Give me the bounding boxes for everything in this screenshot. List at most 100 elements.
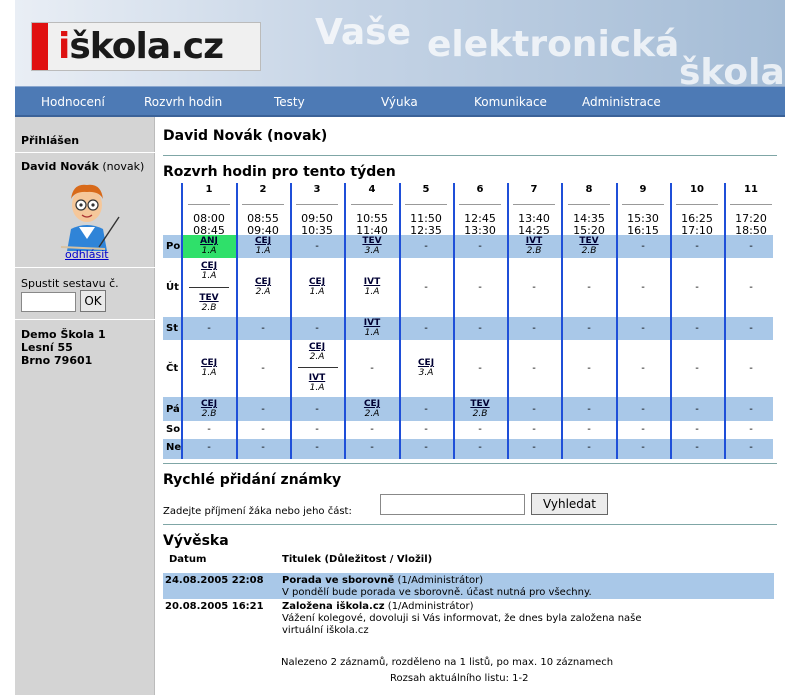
empty-cell: - [424,282,428,293]
lesson-cell[interactable]: ANJ 1.A [182,236,236,256]
board-title-text[interactable]: Porada ve sborovně [282,575,394,586]
empty-cell: - [749,363,753,374]
lesson-cell[interactable]: TEV 2.B [182,293,236,313]
lesson-class: 1.A [364,287,380,297]
lesson-subject[interactable]: IVT [345,318,399,328]
lesson-subject[interactable]: CEJ [182,261,236,271]
student-search-input[interactable] [380,494,525,515]
empty-cell: - [207,442,211,453]
lesson-cell[interactable]: TEV 3.A [345,236,399,256]
lesson-cell[interactable]: CEJ 2.A [236,277,290,297]
period-number: 3 [313,184,321,195]
lesson-subject[interactable]: CEJ [345,399,399,409]
board-text: Vážení kolegové, dovoluji si Vás informo… [282,613,642,624]
lesson-subject[interactable]: IVT [290,373,344,383]
nav-testy[interactable]: Testy [274,95,305,109]
lesson-cell[interactable]: IVT 1.A [345,318,399,338]
day-label: Po [166,241,181,252]
period-number: 6 [476,184,484,195]
lesson-cell[interactable]: CEJ 1.A [290,277,344,297]
lesson-subject[interactable]: CEJ [182,399,236,409]
lesson-subject[interactable]: TEV [345,236,399,246]
time-divider [568,204,610,205]
lesson-separator [298,367,338,368]
period-number: 7 [530,184,538,195]
board-item-title: Porada ve sborovně (1/Administrátor) [282,575,483,586]
period-time: 11:50 12:35 [399,213,453,237]
lesson-subject[interactable]: TEV [453,399,507,409]
lesson-cell[interactable]: IVT 2.B [507,236,561,256]
empty-cell: - [695,323,699,334]
nav-komunikace[interactable]: Komunikace [474,95,547,109]
period-time: 13:40 14:25 [507,213,561,237]
lesson-subject[interactable]: TEV [182,293,236,303]
lesson-cell[interactable]: IVT 1.A [290,373,344,393]
lesson-cell[interactable]: CEJ 2.A [345,399,399,419]
lesson-cell[interactable]: IVT 1.A [345,277,399,297]
empty-cell: - [695,241,699,252]
period-number: 10 [690,184,704,195]
lesson-class: 2.A [255,287,271,297]
board-page-range: Rozsah aktuálního listu: 1-2 [390,673,529,684]
lesson-separator [189,287,229,288]
empty-cell: - [478,363,482,374]
day-label: Pá [166,404,180,415]
quick-grade-title: Rychlé přidání známky [163,472,342,488]
empty-cell: - [641,424,645,435]
empty-cell: - [532,363,536,374]
lesson-cell[interactable]: CEJ 1.A [236,236,290,256]
period-time: 08:55 09:40 [236,213,290,237]
lesson-subject[interactable]: TEV [562,236,616,246]
empty-cell: - [587,323,591,334]
lesson-cell[interactable]: CEJ 1.A [182,358,236,378]
lesson-subject[interactable]: CEJ [236,277,290,287]
lesson-subject[interactable]: CEJ [399,358,453,368]
lesson-cell[interactable]: TEV 2.B [562,236,616,256]
board-title-text[interactable]: Založena iškola.cz [282,601,385,612]
period-end: 10:35 [301,224,333,237]
logo[interactable]: iškola.cz [31,22,261,71]
lesson-cell[interactable]: CEJ 2.B [182,399,236,419]
time-divider [242,204,284,205]
lesson-cell[interactable]: CEJ 1.A [182,261,236,281]
empty-cell: - [315,404,319,415]
lesson-subject[interactable]: ANJ [182,236,236,246]
lesson-class: 1.A [309,383,325,393]
logout-link[interactable]: odhlásit [65,248,109,261]
nav-vyuka[interactable]: Výuka [381,95,418,109]
period-number: 1 [205,184,213,195]
empty-cell: - [532,282,536,293]
header-banner: iškola.cz Vaše elektronická škola [15,0,785,86]
period-number: 8 [585,184,593,195]
sidebar-divider [15,319,155,320]
report-number-input[interactable] [21,292,76,312]
day-label: St [166,323,178,334]
lesson-class: 2.B [472,409,488,419]
nav-rozvrh-hodin[interactable]: Rozvrh hodin [144,95,222,109]
avatar [60,184,120,251]
lesson-subject[interactable]: IVT [345,277,399,287]
watermark-word-3: škola [679,52,785,86]
divider [163,524,777,525]
lesson-subject[interactable]: CEJ [182,358,236,368]
lesson-cell[interactable]: CEJ 2.A [290,342,344,362]
sidebar: Přihlášen David Novák (novak) odhlásit S… [15,117,155,695]
lesson-cell[interactable]: CEJ 3.A [399,358,453,378]
period-time: 15:30 16:15 [616,213,670,237]
empty-cell: - [587,282,591,293]
search-button[interactable]: Vyhledat [531,493,608,515]
day-label: Út [166,282,179,293]
school-city: Brno 79601 [21,354,93,367]
lesson-class: 1.A [201,368,217,378]
period-end: 18:50 [735,224,767,237]
lesson-cell[interactable]: TEV 2.B [453,399,507,419]
ok-button[interactable]: OK [80,290,106,312]
empty-cell: - [532,442,536,453]
lesson-subject[interactable]: IVT [507,236,561,246]
empty-cell: - [370,424,374,435]
nav-administrace[interactable]: Administrace [582,95,661,109]
lesson-subject[interactable]: CEJ [236,236,290,246]
nav-hodnoceni[interactable]: Hodnocení [41,95,105,109]
lesson-subject[interactable]: CEJ [290,342,344,352]
lesson-subject[interactable]: CEJ [290,277,344,287]
